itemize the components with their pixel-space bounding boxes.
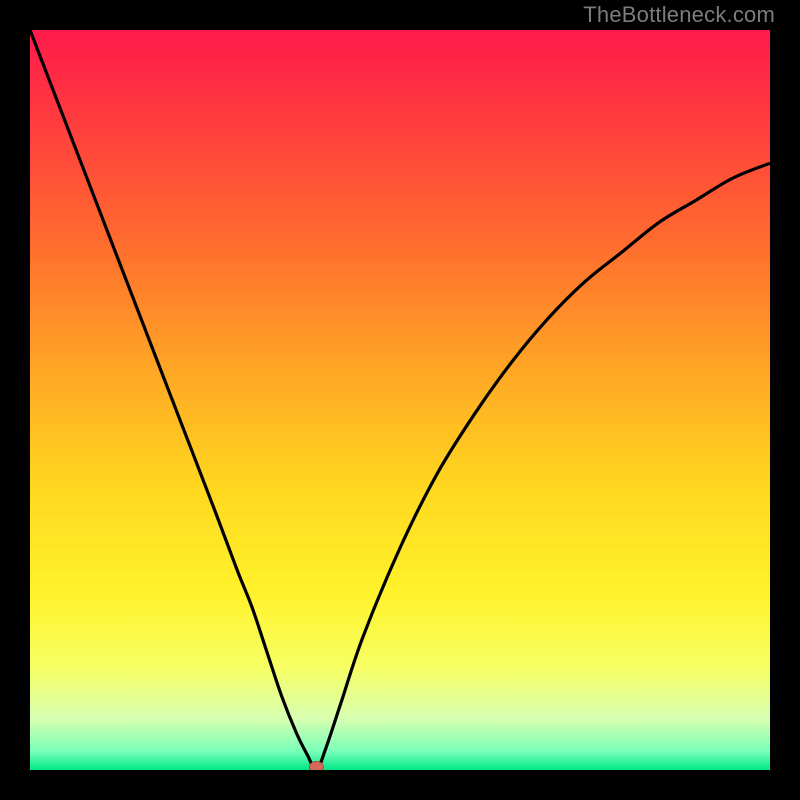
gradient-background	[30, 30, 770, 770]
plot-area	[30, 30, 770, 770]
bottleneck-chart	[30, 30, 770, 770]
optimal-point-marker	[309, 762, 323, 771]
watermark-text: TheBottleneck.com	[583, 2, 775, 28]
chart-frame: TheBottleneck.com	[0, 0, 800, 800]
